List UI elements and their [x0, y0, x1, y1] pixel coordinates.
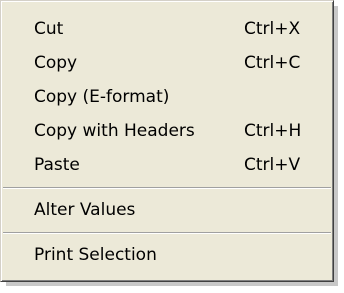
- menu-separator: [3, 232, 331, 234]
- menu-item-copy-e-format[interactable]: Copy (E-format): [1, 80, 333, 114]
- context-menu: Cut Ctrl+X Copy Ctrl+C Copy (E-format) C…: [0, 0, 334, 282]
- menu-shadow: [334, 6, 338, 286]
- menu-item-label: Alter Values: [34, 200, 136, 220]
- menu-item-shortcut: Ctrl+V: [244, 155, 301, 175]
- menu-item-shortcut: Ctrl+H: [244, 121, 302, 141]
- menu-shadow: [6, 282, 338, 286]
- menu-item-print-selection[interactable]: Print Selection: [1, 238, 333, 272]
- menu-item-shortcut: Ctrl+X: [244, 19, 301, 39]
- menu-item-shortcut: Ctrl+C: [244, 53, 301, 73]
- menu-item-copy-with-headers[interactable]: Copy with Headers Ctrl+H: [1, 114, 333, 148]
- menu-item-label: Copy (E-format): [34, 87, 170, 107]
- menu-item-cut[interactable]: Cut Ctrl+X: [1, 12, 333, 46]
- menu-item-copy[interactable]: Copy Ctrl+C: [1, 46, 333, 80]
- menu-item-label: Print Selection: [34, 245, 157, 265]
- menu-separator: [3, 187, 331, 189]
- menu-item-label: Paste: [34, 155, 80, 175]
- menu-item-paste[interactable]: Paste Ctrl+V: [1, 148, 333, 182]
- menu-item-label: Cut: [34, 19, 64, 39]
- menu-item-label: Copy: [34, 53, 78, 73]
- menu-item-alter-values[interactable]: Alter Values: [1, 193, 333, 227]
- menu-item-label: Copy with Headers: [34, 121, 195, 141]
